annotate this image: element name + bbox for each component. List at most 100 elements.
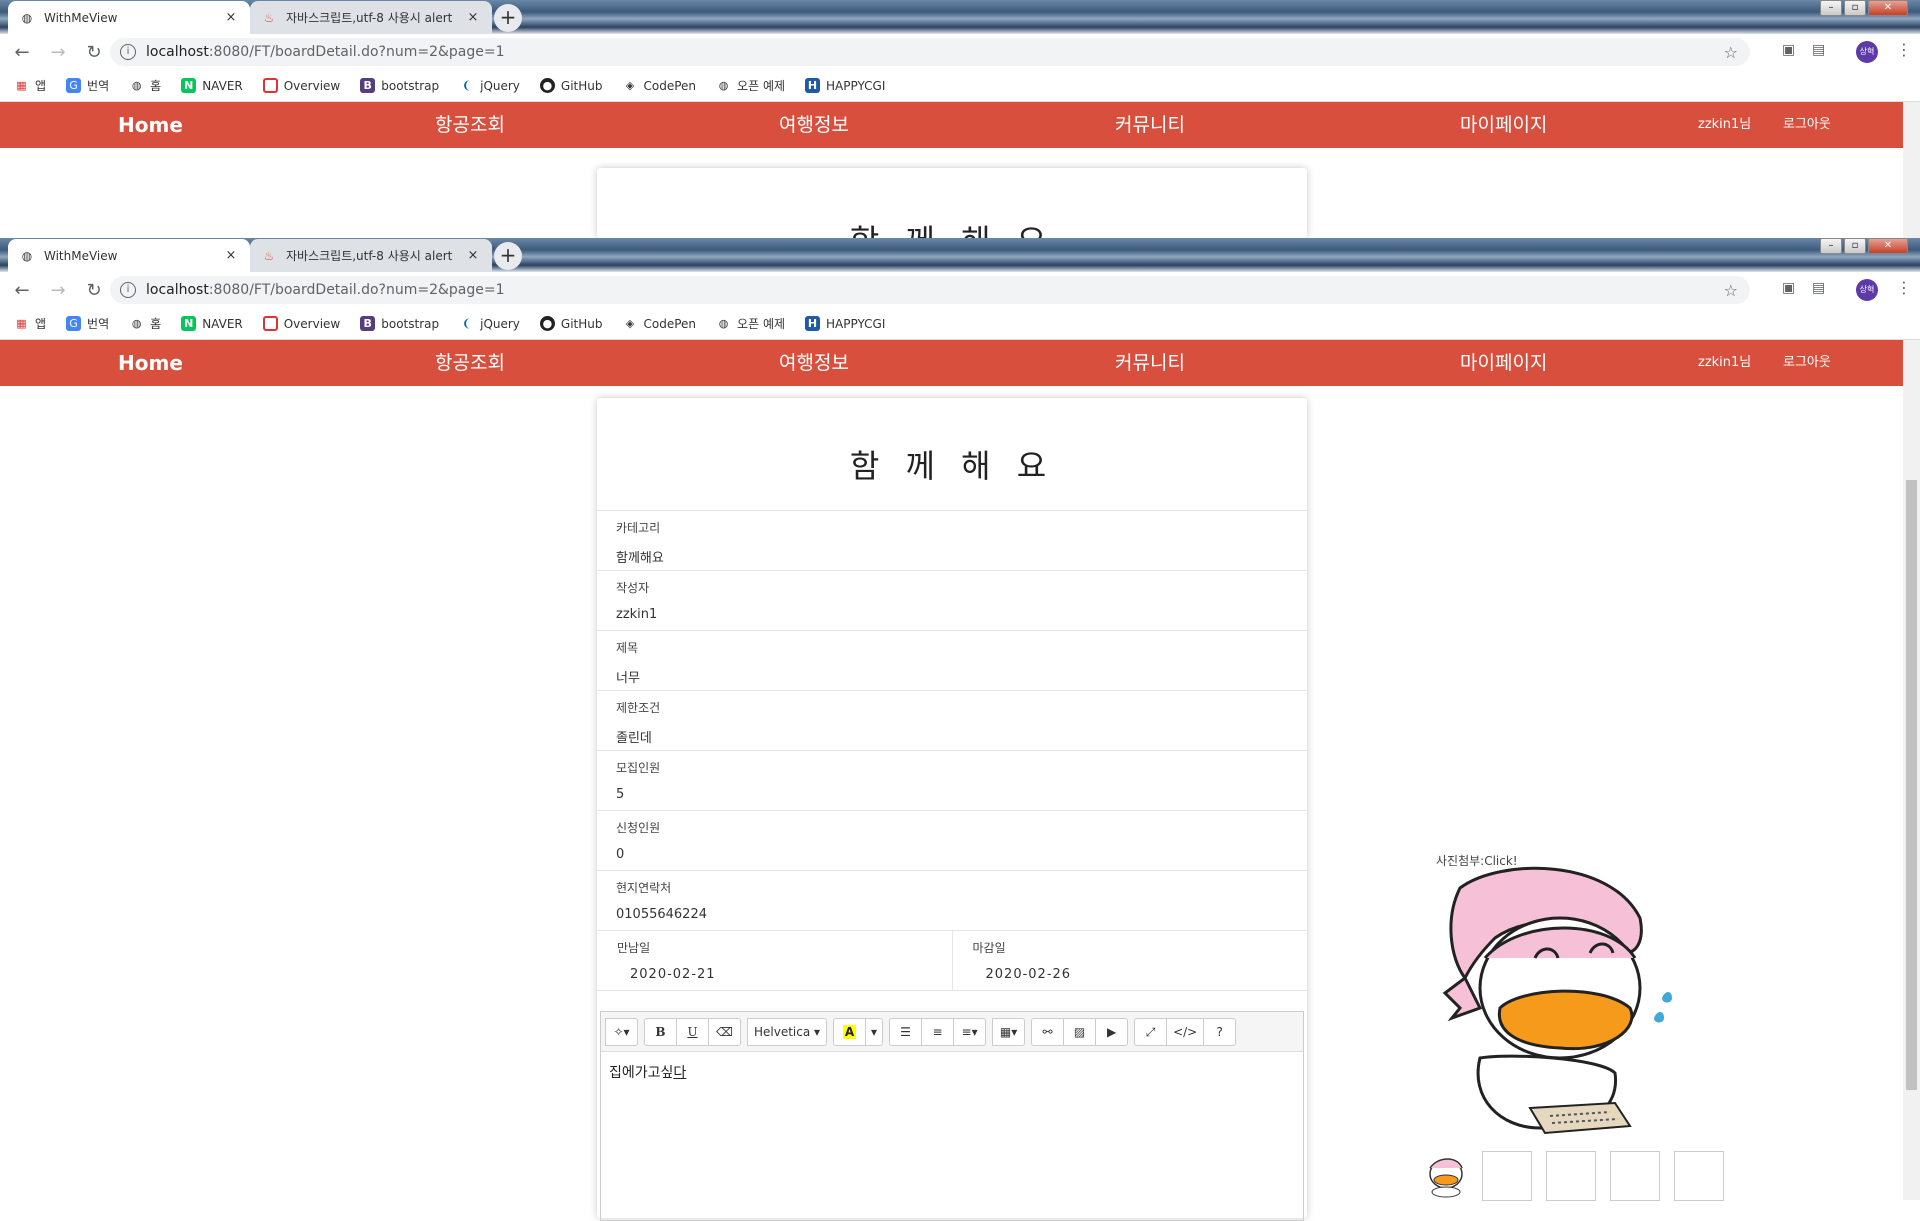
color-dropdown-icon[interactable]: ▾ xyxy=(865,1017,884,1046)
bold-button[interactable]: B xyxy=(644,1017,677,1046)
image-icon[interactable]: ▨ xyxy=(1063,1017,1097,1046)
extension-icon[interactable]: ▣ xyxy=(1782,280,1795,296)
nav-flights[interactable]: 항공조회 xyxy=(435,340,505,386)
menu-icon[interactable]: ⋮ xyxy=(1896,40,1912,59)
eraser-icon[interactable]: ⌫ xyxy=(708,1017,741,1046)
duck-mascot-image[interactable] xyxy=(1440,858,1700,1138)
close-window-icon[interactable]: ✕ xyxy=(1868,0,1908,16)
help-icon[interactable]: ? xyxy=(1203,1017,1237,1046)
forward-arrow-icon[interactable]: → xyxy=(44,42,72,63)
star-icon[interactable]: ☆ xyxy=(1724,43,1738,62)
minimize-icon[interactable]: – xyxy=(1820,0,1842,16)
nav-travel-info[interactable]: 여행정보 xyxy=(779,340,849,386)
link-icon[interactable]: ⚯ xyxy=(1031,1017,1065,1046)
bookmark-bootstrap[interactable]: Bbootstrap xyxy=(360,316,439,331)
close-window-icon[interactable]: ✕ xyxy=(1868,238,1908,254)
bookmark-github[interactable]: ● GitHub xyxy=(539,78,603,93)
nav-community[interactable]: 커뮤니티 xyxy=(1115,102,1185,148)
reload-icon[interactable]: ↻ xyxy=(80,42,108,63)
new-tab-button[interactable]: + xyxy=(494,242,522,270)
video-icon[interactable]: ▶ xyxy=(1095,1017,1129,1046)
tab-withmeview[interactable]: ◍ WithMeView × xyxy=(8,239,250,272)
tab-javascript[interactable]: ♨ 자바스크립트,utf-8 사용시 alert × xyxy=(250,1,492,34)
info-icon[interactable]: i xyxy=(120,282,136,298)
table-icon[interactable]: ▦▾ xyxy=(992,1017,1026,1046)
bookmark-github[interactable]: ● GitHub xyxy=(539,316,603,331)
close-icon[interactable]: × xyxy=(466,248,480,263)
avatar[interactable]: 상혁 xyxy=(1856,41,1878,63)
code-view-icon[interactable]: </> xyxy=(1166,1017,1205,1046)
bookmark-jquery[interactable]: ❨ jQuery xyxy=(459,316,520,331)
back-arrow-icon[interactable]: ← xyxy=(8,280,36,301)
bookmark-codepen[interactable]: ◈ CodePen xyxy=(623,316,696,331)
bookmark-apps[interactable]: ▦ 앱 xyxy=(14,77,46,94)
tab-withmeview[interactable]: ◍ WithMeView × xyxy=(8,1,250,34)
maximize-icon[interactable]: ▫ xyxy=(1844,238,1866,254)
numbered-list-icon[interactable]: ≡ xyxy=(921,1017,955,1046)
bookmark-overview[interactable]: Overview xyxy=(262,78,340,93)
tab-javascript[interactable]: ♨ 자바스크립트,utf-8 사용시 alert × xyxy=(250,239,492,272)
bookmark-happycgi[interactable]: H HAPPYCGI xyxy=(805,78,885,93)
thumbnail-empty[interactable] xyxy=(1482,1151,1532,1201)
align-icon[interactable]: ≡▾ xyxy=(953,1017,987,1046)
close-icon[interactable]: × xyxy=(466,10,480,25)
reload-icon[interactable]: ↻ xyxy=(80,280,108,301)
extension-icon[interactable]: ▣ xyxy=(1782,42,1795,58)
nav-flights[interactable]: 항공조회 xyxy=(435,102,505,148)
font-family-dropdown[interactable]: Helvetica ▾ xyxy=(747,1017,828,1046)
nav-home[interactable]: Home xyxy=(118,102,183,148)
bookmark-translate[interactable]: G 번역 xyxy=(66,315,109,332)
thumbnail-empty[interactable] xyxy=(1674,1151,1724,1201)
bookmark-naver[interactable]: N NAVER xyxy=(181,78,243,93)
close-icon[interactable]: × xyxy=(224,248,238,263)
avatar[interactable]: 상혁 xyxy=(1856,279,1878,301)
scrollbar[interactable] xyxy=(1903,102,1920,238)
bullet-list-icon[interactable]: ☰ xyxy=(889,1017,923,1046)
cast-icon[interactable]: ▤ xyxy=(1812,280,1825,296)
nav-mypage[interactable]: 마이페이지 xyxy=(1460,340,1547,386)
nav-user[interactable]: zzkin1님 xyxy=(1698,102,1751,148)
forward-arrow-icon[interactable]: → xyxy=(44,280,72,301)
bookmark-home[interactable]: ◍ 홈 xyxy=(129,315,161,332)
fullscreen-icon[interactable]: ⤢ xyxy=(1134,1017,1168,1046)
thumbnail-duck[interactable] xyxy=(1424,1151,1468,1201)
field-value: 01055646224 xyxy=(616,907,707,922)
bookmark-naver[interactable]: N NAVER xyxy=(181,316,243,331)
nav-logout[interactable]: 로그아웃 xyxy=(1783,340,1831,386)
nav-mypage[interactable]: 마이페이지 xyxy=(1460,102,1547,148)
color-button[interactable]: A xyxy=(833,1017,867,1046)
new-tab-button[interactable]: + xyxy=(494,4,522,32)
info-icon[interactable]: i xyxy=(120,44,136,60)
scrollbar-thumb[interactable] xyxy=(1906,480,1917,1090)
minimize-icon[interactable]: – xyxy=(1820,238,1842,254)
menu-icon[interactable]: ⋮ xyxy=(1896,278,1912,297)
bookmark-jquery[interactable]: ❨ jQuery xyxy=(459,78,520,93)
editor-content[interactable]: 집에가고싶다 xyxy=(601,1052,1303,1092)
magic-wand-icon[interactable]: ✧▾ xyxy=(605,1017,638,1046)
maximize-icon[interactable]: ▫ xyxy=(1844,0,1866,16)
thumbnail-empty[interactable] xyxy=(1546,1151,1596,1201)
nav-user[interactable]: zzkin1님 xyxy=(1698,340,1751,386)
cast-icon[interactable]: ▤ xyxy=(1812,42,1825,58)
close-icon[interactable]: × xyxy=(224,10,238,25)
back-arrow-icon[interactable]: ← xyxy=(8,42,36,63)
bookmark-codepen[interactable]: ◈ CodePen xyxy=(623,78,696,93)
address-bar[interactable]: i localhost :8080/FT/boardDetail.do?num=… xyxy=(110,276,1750,304)
bookmark-home[interactable]: ◍ 홈 xyxy=(129,77,161,94)
underline-button[interactable]: U xyxy=(676,1017,709,1046)
address-bar[interactable]: i localhost :8080/FT/boardDetail.do?num=… xyxy=(110,38,1750,66)
nav-community[interactable]: 커뮤니티 xyxy=(1115,340,1185,386)
star-icon[interactable]: ☆ xyxy=(1724,281,1738,300)
scrollbar[interactable] xyxy=(1903,340,1920,1200)
nav-travel-info[interactable]: 여행정보 xyxy=(779,102,849,148)
bookmark-open-examples[interactable]: ◍ 오픈 예제 xyxy=(716,315,785,332)
bookmark-open-examples[interactable]: ◍ 오픈 예제 xyxy=(716,77,785,94)
bookmark-overview[interactable]: Overview xyxy=(262,316,340,331)
nav-logout[interactable]: 로그아웃 xyxy=(1783,102,1831,148)
nav-home[interactable]: Home xyxy=(118,340,183,386)
bookmark-translate[interactable]: G 번역 xyxy=(66,77,109,94)
bookmark-bootstrap[interactable]: Bbootstrap xyxy=(360,78,439,93)
bookmark-apps[interactable]: ▦ 앱 xyxy=(14,315,46,332)
thumbnail-empty[interactable] xyxy=(1610,1151,1660,1201)
bookmark-happycgi[interactable]: H HAPPYCGI xyxy=(805,316,885,331)
